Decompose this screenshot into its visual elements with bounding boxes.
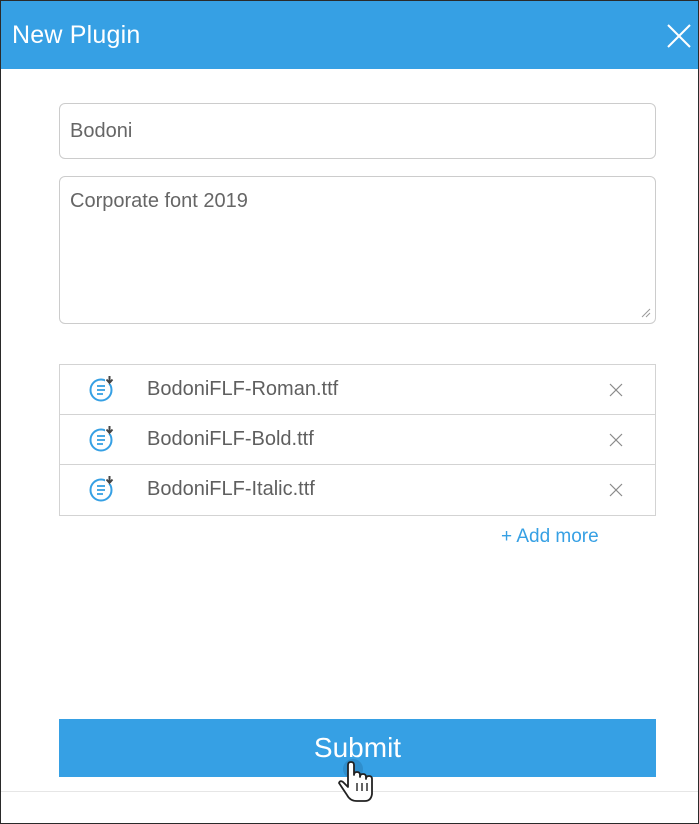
- remove-file-icon[interactable]: [609, 383, 623, 397]
- add-more-link[interactable]: + Add more: [501, 526, 599, 548]
- remove-file-icon[interactable]: [609, 433, 623, 447]
- font-file-icon: [89, 375, 114, 402]
- file-name: BodoniFLF-Italic.ttf: [147, 478, 315, 500]
- file-name: BodoniFLF-Bold.ttf: [147, 428, 314, 450]
- remove-file-icon[interactable]: [609, 483, 623, 497]
- file-list: BodoniFLF-Roman.ttf BodoniFLF-Bold.ttf B…: [59, 364, 656, 516]
- file-name: BodoniFLF-Roman.ttf: [147, 378, 339, 400]
- new-plugin-dialog: New Plugin Corporate font 2019 BodoniFLF…: [0, 0, 699, 824]
- close-icon[interactable]: [666, 23, 692, 49]
- hand-pointer-cursor-icon: [338, 759, 373, 802]
- resize-grip-icon[interactable]: [639, 306, 651, 318]
- file-row: BodoniFLF-Italic.ttf: [60, 465, 655, 515]
- font-file-icon: [89, 425, 114, 452]
- dialog-title: New Plugin: [12, 21, 141, 49]
- file-row: BodoniFLF-Bold.ttf: [60, 415, 655, 465]
- plugin-name-input[interactable]: [59, 103, 656, 159]
- file-row: BodoniFLF-Roman.ttf: [60, 365, 655, 415]
- dialog-header: New Plugin: [1, 1, 698, 69]
- font-file-icon: [89, 475, 114, 502]
- plugin-description-textarea[interactable]: Corporate font 2019: [59, 176, 656, 324]
